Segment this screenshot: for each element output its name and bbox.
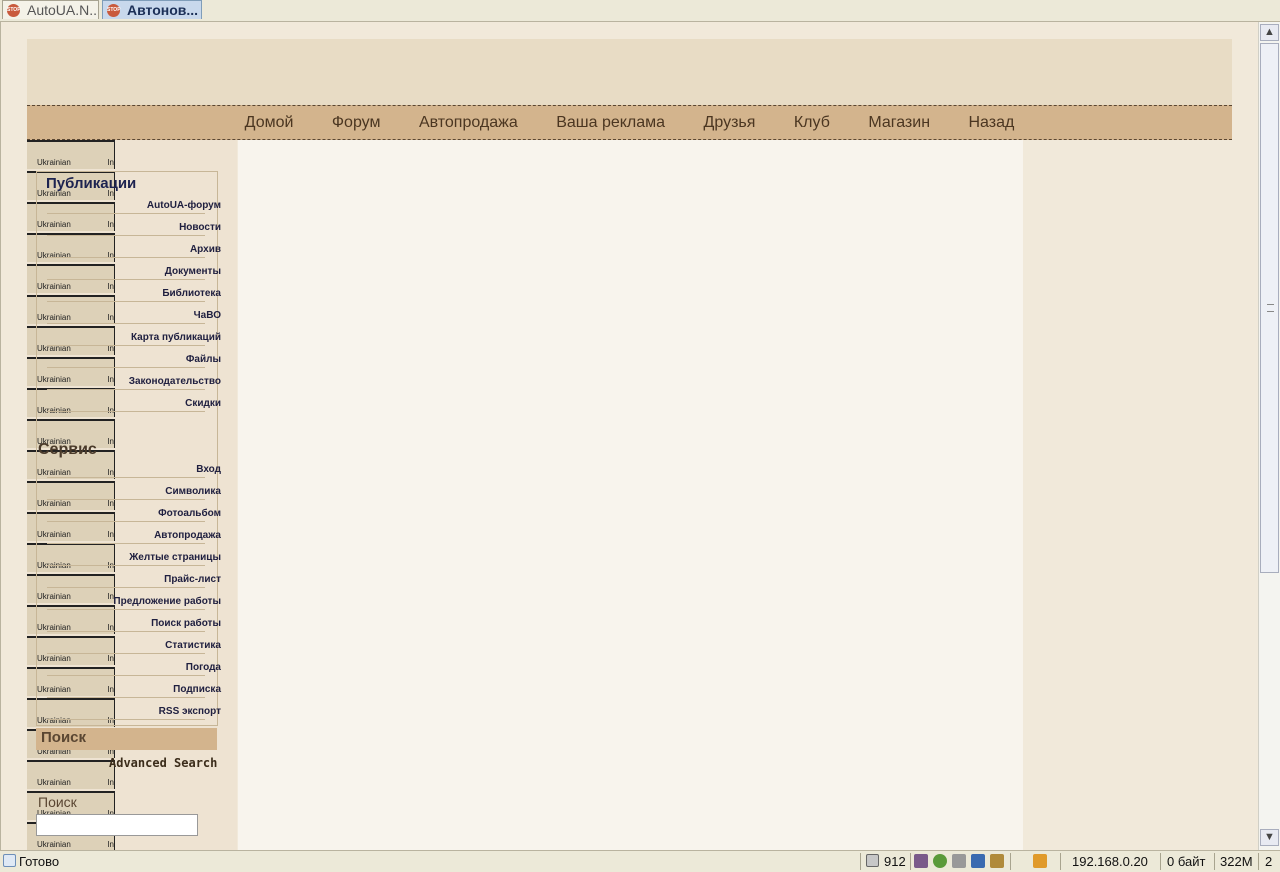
search-section-title: Поиск	[41, 729, 87, 746]
network-icon[interactable]	[1033, 854, 1047, 868]
menu-divider	[47, 697, 205, 698]
menu-divider	[47, 631, 205, 632]
menu-documents[interactable]: Документы	[165, 266, 221, 277]
menu-divider	[47, 609, 205, 610]
menu-price-list[interactable]: Прайс-лист	[164, 574, 221, 585]
menu-login[interactable]: Вход	[196, 464, 221, 475]
menu-divider	[47, 675, 205, 676]
advanced-search-link[interactable]: Advanced Search	[109, 756, 217, 770]
menu-statistics[interactable]: Статистика	[165, 640, 221, 651]
menu-yellow-pages[interactable]: Желтые страницы	[129, 552, 221, 563]
menu-divider	[47, 301, 205, 302]
menu-divider	[47, 565, 205, 566]
service-title: Сервис	[38, 441, 97, 458]
nav-home[interactable]: Домой	[245, 106, 294, 139]
brush-icon[interactable]	[990, 854, 1004, 868]
tab-label: Автонов...	[127, 2, 199, 18]
search-input[interactable]	[36, 814, 198, 836]
grip-icon	[1267, 304, 1274, 312]
status-memory: 322M	[1220, 854, 1253, 869]
menu-divider	[47, 719, 205, 720]
left-sidebar: Ukrainian In Ukrainian In Ukrainian In Ukra…	[27, 140, 237, 850]
plugin-icon[interactable]	[914, 854, 928, 868]
menu-divider	[47, 345, 205, 346]
menu-divider	[47, 411, 205, 412]
menu-divider	[47, 543, 205, 544]
publications-title: Публикации	[46, 175, 137, 192]
stop-icon: STOP	[107, 4, 121, 17]
menu-divider	[47, 257, 205, 258]
status-extra: 2	[1265, 854, 1273, 869]
menu-symbols[interactable]: Символика	[165, 486, 221, 497]
menu-divider	[47, 587, 205, 588]
header-banner	[27, 39, 1232, 105]
menu-legislation[interactable]: Законодательство	[129, 376, 221, 387]
nav-back[interactable]: Назад	[968, 106, 1014, 139]
menu-news[interactable]: Новости	[179, 222, 221, 233]
status-ip: 192.168.0.20	[1072, 854, 1148, 869]
ukrainian-banner: UkrainianIn	[27, 760, 115, 789]
menu-divider	[47, 323, 205, 324]
menu-weather[interactable]: Погода	[186, 662, 221, 673]
menu-divider	[47, 477, 205, 478]
browser-tab-bar: STOP AutoUA.N... STOP Автонов...	[0, 0, 1280, 22]
menu-divider	[47, 389, 205, 390]
trash-icon[interactable]	[866, 854, 879, 867]
lock-icon[interactable]	[952, 854, 966, 868]
nav-forum[interactable]: Форум	[332, 106, 381, 139]
page-viewport: Домой Форум Автопродажа Ваша реклама Дру…	[0, 22, 1259, 850]
menu-divider	[47, 367, 205, 368]
menu-autoua-forum[interactable]: AutoUA-форум	[147, 200, 221, 211]
stop-icon: STOP	[7, 4, 21, 17]
nav-autosale[interactable]: Автопродажа	[419, 106, 518, 139]
menu-autosale[interactable]: Автопродажа	[154, 530, 221, 541]
status-bar: Готово 912 192.168.0.20 0 байт 322M 2	[0, 850, 1280, 872]
vertical-scrollbar[interactable]: ▲ ▼	[1258, 22, 1280, 850]
browser-tab-avtonov[interactable]: STOP Автонов...	[102, 0, 202, 19]
main-content-area	[238, 140, 1023, 850]
menu-divider	[47, 653, 205, 654]
top-navigation: Домой Форум Автопродажа Ваша реклама Дру…	[27, 105, 1232, 140]
browser-tab-autoua[interactable]: STOP AutoUA.N...	[2, 0, 99, 19]
menu-archive[interactable]: Архив	[190, 244, 221, 255]
ukrainian-banner: UkrainianIn	[27, 140, 115, 169]
scroll-thumb[interactable]	[1260, 43, 1279, 573]
menu-files[interactable]: Файлы	[186, 354, 221, 365]
menu-divider	[47, 279, 205, 280]
arrow-icon[interactable]	[971, 854, 985, 868]
search-section-header: Поиск	[36, 728, 217, 750]
nav-friends[interactable]: Друзья	[704, 106, 756, 139]
menu-job-offers[interactable]: Предложение работы	[113, 596, 221, 607]
nav-your-ads[interactable]: Ваша реклама	[556, 106, 665, 139]
menu-divider	[47, 521, 205, 522]
nav-club[interactable]: Клуб	[794, 106, 830, 139]
menu-subscription[interactable]: Подписка	[173, 684, 221, 695]
menu-rss-export[interactable]: RSS экспорт	[159, 706, 221, 717]
menu-job-search[interactable]: Поиск работы	[151, 618, 221, 629]
menu-photo-album[interactable]: Фотоальбом	[158, 508, 221, 519]
status-bytes: 0 байт	[1167, 854, 1206, 869]
scroll-up-icon[interactable]: ▲	[1260, 24, 1279, 41]
menu-divider	[47, 499, 205, 500]
menu-faq[interactable]: ЧаВО	[194, 310, 221, 321]
status-count: 912	[884, 854, 906, 869]
menu-discounts[interactable]: Скидки	[185, 398, 221, 409]
scroll-down-icon[interactable]: ▼	[1260, 829, 1279, 846]
tab-label: AutoUA.N...	[27, 2, 99, 18]
nav-shop[interactable]: Магазин	[868, 106, 930, 139]
menu-divider	[47, 235, 205, 236]
globe-icon[interactable]	[933, 854, 947, 868]
menu-library[interactable]: Библиотека	[162, 288, 221, 299]
status-text: Готово	[19, 854, 60, 869]
search-label: Поиск	[38, 794, 77, 810]
menu-publication-map[interactable]: Карта публикаций	[131, 332, 221, 343]
page-icon	[3, 854, 16, 867]
menu-divider	[47, 213, 205, 214]
